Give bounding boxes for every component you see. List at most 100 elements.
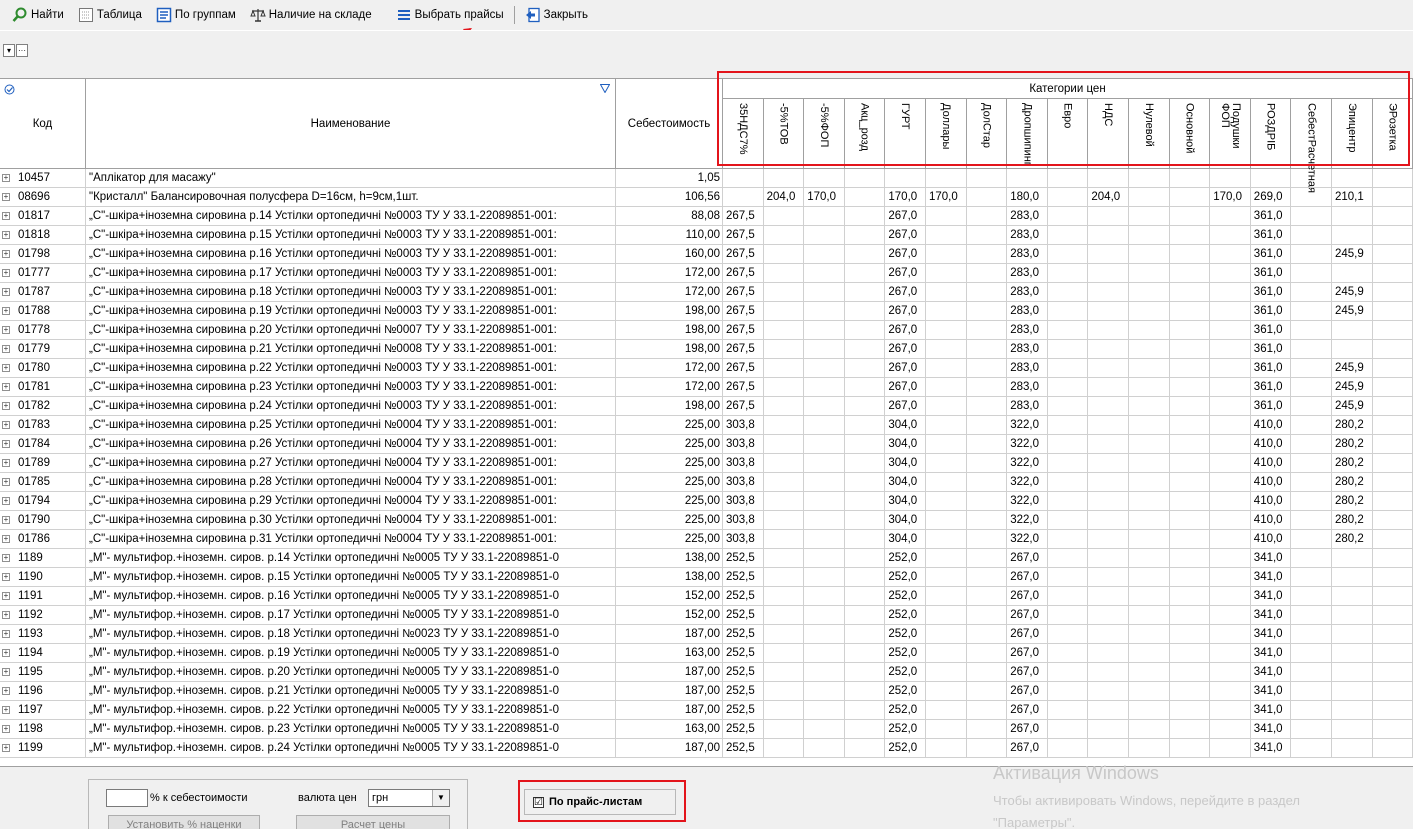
price-cell[interactable] [1210,340,1251,359]
price-cell[interactable]: 267,5 [723,226,764,245]
price-cell[interactable] [1372,663,1413,682]
price-cell[interactable] [804,454,845,473]
price-cell[interactable]: 361,0 [1250,207,1292,226]
price-cell[interactable] [1169,340,1211,359]
price-cell[interactable] [1291,302,1332,321]
price-cell[interactable]: 304,0 [885,473,926,492]
price-cell[interactable] [1291,435,1332,454]
price-cell[interactable] [1169,283,1211,302]
expand-icon[interactable]: + [2,497,10,505]
table-row[interactable]: +1196 „М"- мультифор.+іноземн. сиров. р.2… [0,682,1413,701]
price-cell[interactable] [1088,511,1129,530]
price-cell[interactable] [966,568,1008,587]
price-cell[interactable] [763,720,805,739]
price-cell[interactable]: 252,5 [723,663,764,682]
price-cell[interactable] [1007,169,1048,188]
table-row[interactable]: +1197 „М"- мультифор.+іноземн. сиров. р.2… [0,701,1413,720]
price-cell[interactable] [804,207,845,226]
table-row[interactable]: +1190 „М"- мультифор.+іноземн. сиров. р.1… [0,568,1413,587]
price-cell[interactable] [1372,416,1413,435]
price-cell[interactable]: 267,0 [885,340,926,359]
price-cell[interactable] [1047,245,1089,264]
price-cell[interactable] [1332,701,1373,720]
price-cell[interactable]: 252,5 [723,682,764,701]
price-cell[interactable]: 267,0 [1007,568,1048,587]
price-cell[interactable] [1291,530,1332,549]
price-cell[interactable] [926,416,967,435]
price-cell[interactable]: 252,0 [885,682,926,701]
price-cell[interactable]: 341,0 [1250,549,1292,568]
price-cell[interactable] [844,663,886,682]
price-cell[interactable] [804,378,845,397]
price-cell[interactable] [1291,606,1332,625]
price-cell[interactable] [1047,739,1089,758]
price-cell[interactable] [1210,264,1251,283]
price-cell[interactable] [926,321,967,340]
price-cell[interactable] [966,682,1008,701]
price-cell[interactable] [1047,606,1089,625]
price-cell[interactable]: 267,0 [1007,720,1048,739]
price-cell[interactable] [966,188,1008,207]
price-cell[interactable]: 341,0 [1250,663,1292,682]
price-cell[interactable] [1047,701,1089,720]
table-row[interactable]: +1199 „М"- мультифор.+іноземн. сиров. р.2… [0,739,1413,758]
price-cell[interactable] [763,663,805,682]
price-cell[interactable] [1291,492,1332,511]
price-cell[interactable] [1372,283,1413,302]
price-cell[interactable] [1169,549,1211,568]
price-cell[interactable] [966,416,1008,435]
price-cell[interactable] [1372,454,1413,473]
price-cell[interactable] [1210,492,1251,511]
expand-icon[interactable]: + [2,668,10,676]
price-cell[interactable] [844,549,886,568]
price-cell[interactable] [804,473,845,492]
price-cell[interactable] [804,397,845,416]
price-cell[interactable] [926,720,967,739]
price-cell[interactable] [966,378,1008,397]
price-cell[interactable] [966,663,1008,682]
price-cell[interactable] [1088,226,1129,245]
price-cell[interactable] [1169,245,1211,264]
price-cell[interactable] [1210,416,1251,435]
price-cell[interactable] [763,644,805,663]
price-column-header[interactable]: Эпицентр [1332,99,1373,169]
price-column-header[interactable]: ГУРТ [885,99,926,169]
price-cell[interactable] [1129,682,1170,701]
price-cell[interactable] [763,416,805,435]
price-cell[interactable] [1047,625,1089,644]
price-cell[interactable] [804,701,845,720]
price-cell[interactable] [926,644,967,663]
table-row[interactable]: +01781 „С"-шкіра+іноземна сировина р.23 У… [0,378,1413,397]
price-cell[interactable] [1210,644,1251,663]
price-cell[interactable] [1088,245,1129,264]
price-cell[interactable]: 267,5 [723,245,764,264]
price-cell[interactable] [1210,378,1251,397]
price-cell[interactable] [926,682,967,701]
price-cell[interactable] [763,378,805,397]
price-cell[interactable] [1210,568,1251,587]
price-cell[interactable] [1332,739,1373,758]
price-column-header[interactable]: 35НДС7% [723,99,764,169]
price-cell[interactable]: 341,0 [1250,682,1292,701]
select-all-icon[interactable] [4,84,15,95]
price-cell[interactable] [926,340,967,359]
price-cell[interactable] [1332,606,1373,625]
price-column-header[interactable]: СебестРасчетная [1291,99,1332,193]
price-cell[interactable]: 322,0 [1007,530,1048,549]
price-column-header[interactable]: РОЗДРІБ [1250,99,1292,169]
expand-icon[interactable]: + [2,421,10,429]
price-cell[interactable] [966,397,1008,416]
price-cell[interactable] [1088,606,1129,625]
price-cell[interactable]: 303,8 [723,511,764,530]
price-cell[interactable] [966,720,1008,739]
price-cell[interactable]: 267,0 [1007,644,1048,663]
price-cell[interactable]: 245,9 [1332,245,1373,264]
price-cell[interactable]: 267,0 [885,245,926,264]
price-cell[interactable]: 204,0 [763,188,805,207]
price-cell[interactable] [1372,473,1413,492]
price-cell[interactable]: 252,0 [885,549,926,568]
price-cell[interactable] [1210,606,1251,625]
price-cell[interactable] [1169,568,1211,587]
price-cell[interactable] [1047,587,1089,606]
price-cell[interactable] [844,568,886,587]
